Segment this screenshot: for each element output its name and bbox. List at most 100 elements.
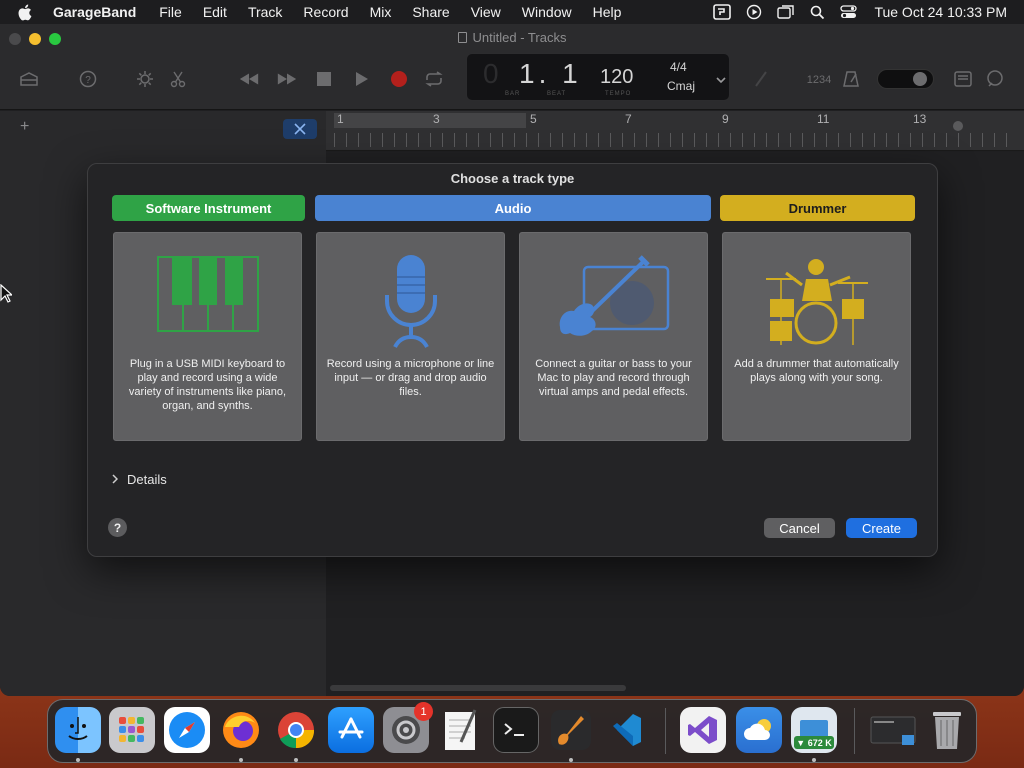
firefox-icon[interactable] bbox=[218, 707, 264, 753]
add-track-icon[interactable]: + bbox=[20, 118, 29, 136]
drummer-card[interactable]: Add a drummer that automatically plays a… bbox=[722, 232, 911, 441]
weather-icon[interactable] bbox=[736, 707, 782, 753]
guitar-amp-icon bbox=[520, 255, 707, 349]
menu-file[interactable]: File bbox=[159, 4, 182, 20]
record-icon[interactable] bbox=[388, 68, 410, 90]
ruler-bar-number: 7 bbox=[625, 112, 632, 126]
drummer-icon bbox=[723, 255, 910, 349]
chrome-icon[interactable] bbox=[273, 707, 319, 753]
details-label: Details bbox=[127, 472, 167, 487]
search-icon[interactable] bbox=[810, 5, 825, 20]
terminal-icon[interactable] bbox=[493, 707, 539, 753]
lcd-time-signature[interactable]: 4/4 bbox=[670, 60, 687, 74]
screen-mirror-icon[interactable] bbox=[713, 4, 732, 20]
notepad-icon[interactable] bbox=[952, 68, 974, 90]
document-icon bbox=[457, 32, 467, 43]
status-area: Tue Oct 24 10:33 PM bbox=[713, 0, 1007, 24]
ruler-bar-number: 9 bbox=[722, 112, 729, 126]
network-speed-label: ▼ 672 K bbox=[794, 736, 834, 749]
quick-help-icon[interactable]: ? bbox=[77, 68, 99, 90]
drummer-button[interactable]: Drummer bbox=[720, 195, 915, 221]
library-icon[interactable] bbox=[18, 68, 40, 90]
trash-icon[interactable] bbox=[924, 707, 970, 753]
menu-clock[interactable]: Tue Oct 24 10:33 PM bbox=[874, 4, 1007, 20]
apple-icon[interactable] bbox=[17, 4, 37, 21]
zoom-handle[interactable] bbox=[953, 121, 963, 131]
window-title: Untitled - Tracks bbox=[0, 30, 1024, 45]
notification-badge: 1 bbox=[414, 702, 433, 721]
menu-view[interactable]: View bbox=[471, 4, 501, 20]
cycle-icon[interactable] bbox=[423, 68, 445, 90]
microphone-card[interactable]: Record using a microphone or line input … bbox=[316, 232, 505, 441]
textedit-icon[interactable] bbox=[438, 707, 484, 753]
menu-app-name[interactable]: GarageBand bbox=[53, 4, 136, 20]
play-icon[interactable] bbox=[351, 68, 373, 90]
mouse-cursor-icon bbox=[0, 283, 14, 309]
rewind-icon[interactable] bbox=[238, 68, 260, 90]
software-instrument-card[interactable]: Plug in a USB MIDI keyboard to play and … bbox=[113, 232, 302, 441]
lcd-key[interactable]: Cmaj bbox=[667, 79, 695, 93]
guitar-bass-card[interactable]: Connect a guitar or bass to your Mac to … bbox=[519, 232, 708, 441]
microphone-description: Record using a microphone or line input … bbox=[326, 358, 495, 398]
chevron-right-icon bbox=[112, 472, 119, 487]
metronome-icon[interactable] bbox=[840, 68, 862, 90]
cancel-button[interactable]: Cancel bbox=[764, 518, 835, 538]
fast-forward-icon[interactable] bbox=[276, 68, 298, 90]
cycle-region[interactable] bbox=[334, 113, 526, 128]
garageband-icon[interactable] bbox=[548, 707, 594, 753]
timeline-ruler[interactable]: 1 3 5 7 9 11 13 bbox=[326, 111, 1024, 151]
create-button[interactable]: Create bbox=[846, 518, 917, 538]
network-monitor-icon[interactable]: ▼ 672 K bbox=[791, 707, 837, 753]
editors-icon[interactable] bbox=[167, 68, 189, 90]
ruler-ticks bbox=[334, 133, 1014, 147]
lcd-tempo[interactable]: 120 bbox=[600, 66, 633, 89]
loop-browser-icon[interactable] bbox=[984, 68, 1006, 90]
menu-edit[interactable]: Edit bbox=[203, 4, 227, 20]
ruler-bar-number: 13 bbox=[913, 112, 927, 126]
master-volume-slider[interactable] bbox=[877, 69, 934, 89]
lcd-tempo-label: TEMPO bbox=[605, 91, 632, 97]
smart-tempo-button[interactable] bbox=[283, 119, 317, 139]
help-button[interactable]: ? bbox=[108, 518, 127, 537]
lcd-beat-label: BEAT bbox=[547, 91, 567, 97]
chevron-down-icon[interactable] bbox=[716, 71, 726, 89]
horizontal-scrollbar[interactable] bbox=[330, 685, 626, 691]
ruler-bar-number: 1 bbox=[337, 112, 344, 126]
details-disclosure[interactable]: Details bbox=[112, 472, 167, 487]
windows-icon[interactable] bbox=[777, 5, 795, 19]
stop-icon[interactable] bbox=[313, 68, 335, 90]
software-instrument-description: Plug in a USB MIDI keyboard to play and … bbox=[128, 358, 287, 412]
tuner-icon[interactable] bbox=[750, 68, 772, 90]
window-toolbar: Untitled - Tracks ? 0 1. 1 BAR BEAT 120 … bbox=[0, 24, 1024, 110]
audio-button[interactable]: Audio bbox=[315, 195, 711, 221]
menu-record[interactable]: Record bbox=[303, 4, 348, 20]
ruler-bar-number: 3 bbox=[433, 112, 440, 126]
menu-help[interactable]: Help bbox=[593, 4, 622, 20]
control-center-icon[interactable] bbox=[840, 5, 858, 19]
software-instrument-button[interactable]: Software Instrument bbox=[112, 195, 305, 221]
dock: 1 ▼ 672 K bbox=[47, 699, 977, 763]
lcd-display[interactable]: 0 1. 1 BAR BEAT 120 TEMPO 4/4 Cmaj bbox=[466, 53, 730, 101]
system-settings-icon[interactable]: 1 bbox=[383, 702, 433, 753]
finder-icon[interactable] bbox=[55, 707, 101, 753]
menu-track[interactable]: Track bbox=[248, 4, 282, 20]
smart-controls-icon[interactable] bbox=[134, 68, 156, 90]
svg-text:?: ? bbox=[85, 75, 91, 86]
microphone-icon bbox=[317, 255, 504, 349]
screenshot-icon[interactable] bbox=[870, 707, 916, 753]
lcd-position: 1. 1 bbox=[519, 58, 582, 89]
play-circle-icon[interactable] bbox=[746, 4, 762, 20]
count-in-icon[interactable]: 1234 bbox=[806, 68, 832, 90]
ruler-bar-number: 11 bbox=[817, 112, 830, 126]
safari-icon[interactable] bbox=[164, 707, 210, 753]
visual-studio-icon[interactable] bbox=[680, 707, 726, 753]
menu-share[interactable]: Share bbox=[412, 4, 449, 20]
vscode-icon[interactable] bbox=[602, 707, 648, 753]
launchpad-icon[interactable] bbox=[109, 707, 155, 753]
app-store-icon[interactable] bbox=[328, 707, 374, 753]
dialog-heading: Choose a track type bbox=[450, 171, 575, 186]
drummer-description: Add a drummer that automatically plays a… bbox=[734, 358, 899, 384]
menu-window[interactable]: Window bbox=[522, 4, 572, 20]
menu-mix[interactable]: Mix bbox=[370, 4, 392, 20]
guitar-bass-description: Connect a guitar or bass to your Mac to … bbox=[535, 358, 692, 398]
